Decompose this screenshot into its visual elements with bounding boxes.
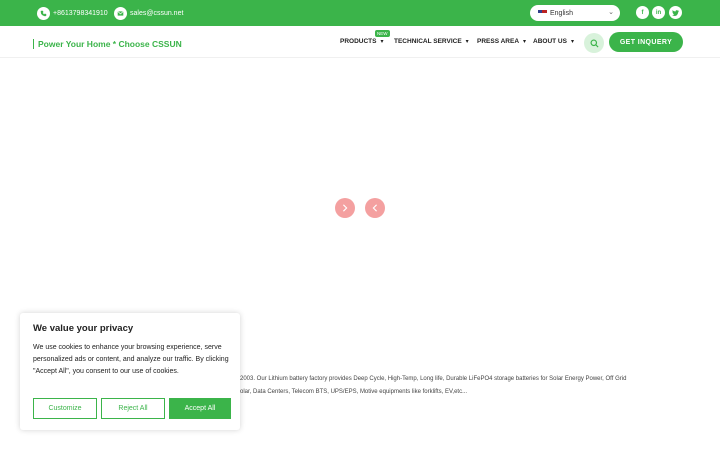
chevron-left-icon: [372, 204, 377, 212]
search-icon: [589, 38, 599, 48]
new-badge: NEW: [375, 30, 390, 37]
nav-press-area[interactable]: PRESS AREA ▾: [477, 38, 526, 45]
email-contact[interactable]: sales@cssun.net: [114, 6, 183, 20]
nav-label: ABOUT US: [533, 38, 567, 45]
nav-label: TECHNICAL SERVICE: [394, 38, 462, 45]
email-address[interactable]: sales@cssun.net: [130, 10, 183, 17]
language-label: English: [550, 9, 573, 17]
mail-icon: [114, 6, 127, 20]
get-inquery-button[interactable]: GET INQUERY: [609, 32, 683, 52]
chevron-down-icon: ▾: [380, 39, 384, 45]
top-bar: +8613798341910 sales@cssun.net English ⌄…: [0, 0, 720, 26]
cookie-consent-banner: We value your privacy We use cookies to …: [20, 313, 240, 430]
chevron-down-icon: ▾: [465, 39, 469, 45]
chevron-down-icon: ⌄: [608, 9, 614, 16]
nav-products[interactable]: PRODUCTS ▾: [340, 38, 384, 45]
twitter-icon[interactable]: [669, 6, 682, 19]
cookie-description: We use cookies to enhance your browsing …: [33, 344, 229, 375]
slider-next-button[interactable]: [335, 198, 355, 218]
nav-technical-service[interactable]: TECHNICAL SERVICE ▾: [394, 38, 469, 45]
page: +8613798341910 sales@cssun.net English ⌄…: [0, 0, 720, 450]
accept-all-button[interactable]: Accept All: [169, 398, 231, 419]
nav-about-us[interactable]: ABOUT US ▾: [533, 38, 574, 45]
about-text-line-2: olar, Data Centers, Telecom BTS, UPS/EPS…: [240, 389, 468, 395]
chevron-down-icon: ▾: [570, 39, 574, 45]
us-flag-icon: [538, 10, 547, 16]
linkedin-icon[interactable]: in: [652, 6, 665, 19]
slider-prev-button[interactable]: [365, 198, 385, 218]
reject-all-button[interactable]: Reject All: [101, 398, 165, 419]
search-button[interactable]: [584, 33, 604, 53]
language-selector[interactable]: English ⌄: [530, 5, 620, 21]
site-header: Power Your Home * Choose CSSUN NEW PRODU…: [0, 26, 720, 58]
nav-label: PRODUCTS: [340, 38, 377, 45]
nav-label: PRESS AREA: [477, 38, 520, 45]
chevron-down-icon: ▾: [523, 39, 527, 45]
cookie-title: We value your privacy: [33, 323, 134, 334]
about-text-line-1: 2003. Our Lithium battery factory provid…: [240, 376, 627, 382]
site-tagline[interactable]: Power Your Home * Choose CSSUN: [33, 39, 182, 49]
facebook-icon[interactable]: f: [636, 6, 649, 19]
phone-contact[interactable]: +8613798341910: [37, 6, 108, 20]
chevron-right-icon: [343, 204, 348, 212]
phone-number[interactable]: +8613798341910: [53, 10, 108, 17]
phone-icon: [37, 6, 50, 20]
cookie-buttons: Customize Reject All Accept All: [33, 398, 231, 419]
customize-button[interactable]: Customize: [33, 398, 97, 419]
